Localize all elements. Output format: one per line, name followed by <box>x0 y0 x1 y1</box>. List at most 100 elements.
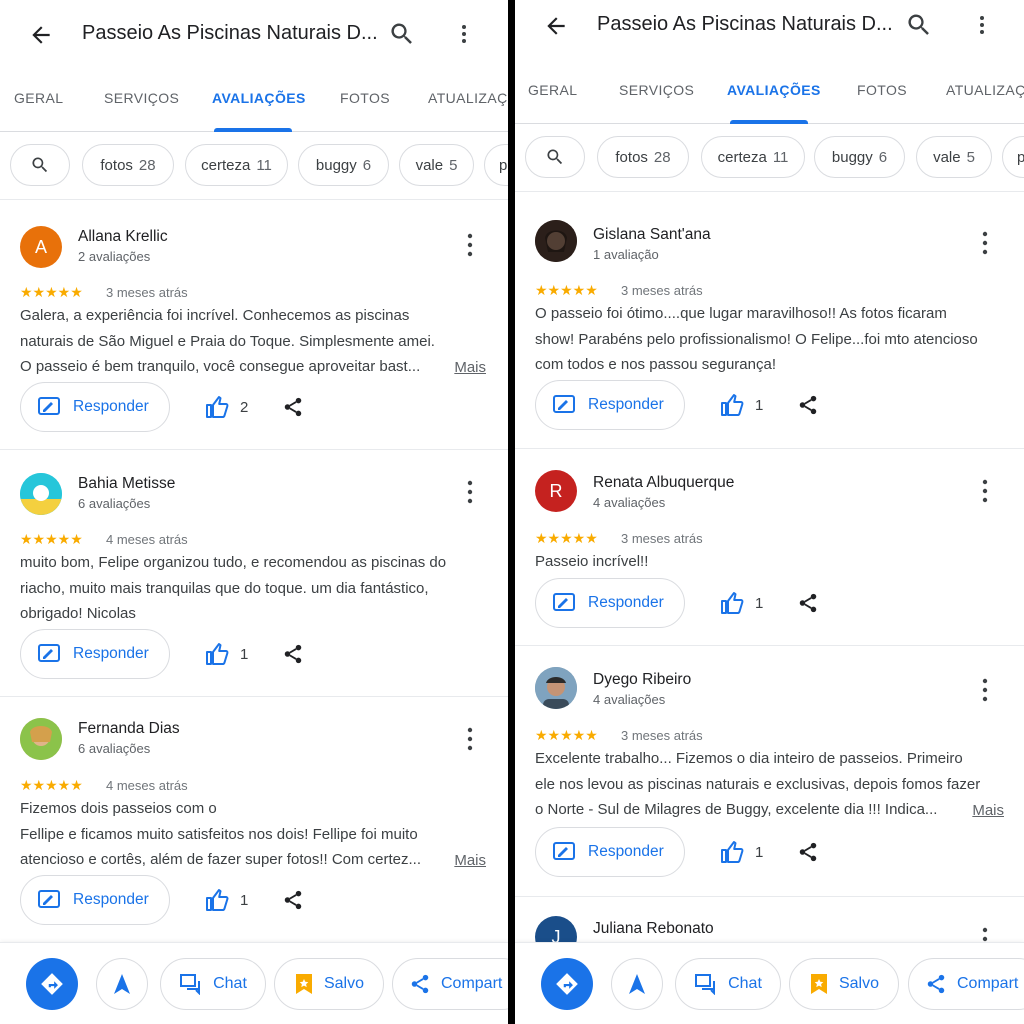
tab-atualizacoes[interactable]: ATUALIZAÇÕ <box>428 90 508 106</box>
review-date: 3 meses atrás <box>621 531 703 546</box>
saved-button[interactable]: Salvo <box>789 958 899 1010</box>
chat-button[interactable]: Chat <box>160 958 266 1010</box>
like-button[interactable]: 2 <box>204 395 248 419</box>
chip-search[interactable] <box>525 136 585 178</box>
tab-bar: GERAL SERVIÇOS AVALIAÇÕES FOTOS ATUALIZA… <box>515 66 1024 124</box>
chip-label: certeza <box>201 156 251 174</box>
chip-label: buggy <box>831 148 873 166</box>
chip-search[interactable] <box>10 144 70 186</box>
reply-label: Responder <box>588 594 664 611</box>
navigate-button[interactable] <box>96 958 148 1010</box>
chip-p[interactable]: p <box>484 144 508 186</box>
chip-fotos[interactable]: fotos 28 <box>82 144 174 186</box>
avatar[interactable]: R <box>535 470 577 512</box>
more-options-icon[interactable] <box>970 11 994 39</box>
reply-button[interactable]: Responder <box>20 875 170 925</box>
chip-certeza[interactable]: certeza 11 <box>701 136 805 178</box>
directions-button[interactable] <box>541 958 593 1010</box>
review-date: 3 meses atrás <box>621 728 703 743</box>
search-icon[interactable] <box>905 11 933 39</box>
chip-vale[interactable]: vale 5 <box>916 136 992 178</box>
reviewer-review-count: 4 avaliações <box>593 692 666 707</box>
review-text-line: Galera, a experiência foi incrível. Conh… <box>20 307 410 324</box>
share-icon[interactable] <box>282 889 304 911</box>
like-count: 1 <box>755 594 764 612</box>
more-options-icon[interactable] <box>462 479 478 505</box>
more-options-icon[interactable] <box>977 478 993 504</box>
thumbs-up-icon <box>721 592 744 614</box>
bottom-action-bar: Chat Salvo Compart <box>515 942 1024 1024</box>
reviewer-name[interactable]: Fernanda Dias <box>78 720 180 738</box>
more-options-icon[interactable] <box>462 232 478 258</box>
avatar[interactable] <box>20 718 62 760</box>
chip-buggy[interactable]: buggy 6 <box>814 136 905 178</box>
back-arrow-icon[interactable] <box>543 13 569 39</box>
navigate-button[interactable] <box>611 958 663 1010</box>
share-icon <box>411 974 429 994</box>
more-options-icon[interactable] <box>977 677 993 703</box>
chip-label: vale <box>415 156 444 174</box>
share-icon[interactable] <box>282 643 304 665</box>
share-button[interactable]: Compart <box>392 958 508 1010</box>
tab-fotos[interactable]: FOTOS <box>340 90 390 106</box>
like-button[interactable]: 1 <box>719 393 763 417</box>
review-text: Passeio incrível!! <box>535 549 1001 575</box>
tab-servicos[interactable]: SERVIÇOS <box>619 82 694 98</box>
avatar[interactable] <box>535 667 577 709</box>
avatar[interactable] <box>20 473 62 515</box>
more-options-icon[interactable] <box>977 230 993 256</box>
avatar[interactable]: A <box>20 226 62 268</box>
reply-button[interactable]: Responder <box>535 827 685 877</box>
chip-buggy[interactable]: buggy 6 <box>298 144 389 186</box>
like-count: 1 <box>755 396 764 414</box>
reviewer-name[interactable]: Dyego Ribeiro <box>593 671 691 689</box>
saved-button[interactable]: Salvo <box>274 958 384 1010</box>
more-link[interactable]: Mais <box>972 802 1004 819</box>
share-icon[interactable] <box>797 592 819 614</box>
reviewer-name[interactable]: Bahia Metisse <box>78 475 175 493</box>
share-icon[interactable] <box>282 396 304 418</box>
chip-count: 5 <box>966 148 975 166</box>
saved-label: Salvo <box>838 975 880 992</box>
chip-certeza[interactable]: certeza 11 <box>185 144 288 186</box>
chip-fotos[interactable]: fotos 28 <box>597 136 689 178</box>
more-options-icon[interactable] <box>452 20 476 48</box>
tab-geral[interactable]: GERAL <box>14 90 63 106</box>
reviewer-name[interactable]: Juliana Rebonato <box>593 920 714 938</box>
chat-button[interactable]: Chat <box>675 958 781 1010</box>
like-button[interactable]: 1 <box>719 840 763 864</box>
tab-fotos[interactable]: FOTOS <box>857 82 907 98</box>
more-options-icon[interactable] <box>462 726 478 752</box>
tab-atualizacoes[interactable]: ATUALIZAÇÕ <box>946 82 1024 98</box>
share-icon[interactable] <box>797 841 819 863</box>
chip-vale[interactable]: vale 5 <box>399 144 474 186</box>
tab-avaliacoes[interactable]: AVALIAÇÕES <box>212 90 306 106</box>
reply-button[interactable]: Responder <box>535 380 685 430</box>
back-arrow-icon[interactable] <box>28 22 54 48</box>
chat-icon <box>695 974 716 995</box>
reviewer-name[interactable]: Allana Krellic <box>78 228 168 246</box>
avatar[interactable] <box>535 220 577 262</box>
like-button[interactable]: 1 <box>719 591 763 615</box>
share-button[interactable]: Compart <box>908 958 1024 1010</box>
tab-servicos[interactable]: SERVIÇOS <box>104 90 179 106</box>
more-link[interactable]: Mais <box>454 852 486 869</box>
reply-button[interactable]: Responder <box>20 629 170 679</box>
tab-geral[interactable]: GERAL <box>528 82 577 98</box>
search-icon[interactable] <box>388 20 416 48</box>
reviewer-name[interactable]: Gislana Sant'ana <box>593 226 711 244</box>
more-link[interactable]: Mais <box>454 359 486 376</box>
chip-p[interactable]: p <box>1002 136 1024 178</box>
chip-label: certeza <box>717 148 767 166</box>
reply-button[interactable]: Responder <box>535 578 685 628</box>
share-icon[interactable] <box>797 394 819 416</box>
like-button[interactable]: 1 <box>204 888 248 912</box>
directions-button[interactable] <box>26 958 78 1010</box>
reviewer-name[interactable]: Renata Albuquerque <box>593 474 734 492</box>
tab-avaliacoes[interactable]: AVALIAÇÕES <box>727 82 821 98</box>
reply-button[interactable]: Responder <box>20 382 170 432</box>
reply-icon <box>38 644 60 662</box>
tab-active-indicator <box>730 120 808 124</box>
chip-count: 28 <box>138 156 156 174</box>
like-button[interactable]: 1 <box>204 642 248 666</box>
